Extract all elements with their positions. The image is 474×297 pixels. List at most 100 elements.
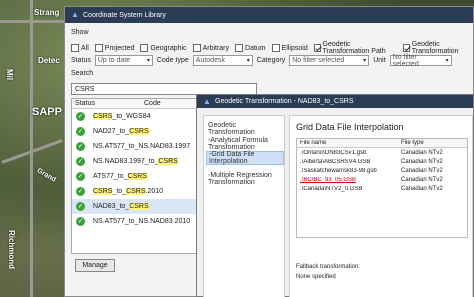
status-filter-dropdown[interactable]: Up to date ▾ (94, 55, 153, 66)
list-item-code: CSRS_to_CSRS.2010 (93, 188, 164, 195)
list-item-code: NS.AT577_to_NS.NAD83.1997 (93, 143, 191, 150)
search-value: CSRS (75, 85, 95, 93)
fallback-label: Fallback transformation: (296, 264, 361, 270)
checkbox-all[interactable]: All (71, 44, 89, 52)
check-circle-icon: ✓ (76, 217, 85, 226)
checkbox-box[interactable] (140, 44, 149, 52)
list-item-code: NS.NAD83.1997_to_CSRS (93, 158, 178, 165)
column-header-file-type[interactable]: File type (397, 140, 424, 146)
category-label: Category (256, 57, 286, 64)
window-title: Coordinate System Library (83, 11, 166, 19)
table-row-highlighted[interactable]: .\BC\BC_93_05.GSB Canadian NTv2 (297, 175, 467, 184)
map-label: Grand (35, 167, 57, 184)
table-row[interactable]: .\Ontario\ON83CSv1.gsb Canadian NTv2 (297, 148, 467, 157)
autodesk-logo-icon: ▲ (203, 96, 211, 106)
category-value: No filter selected (292, 57, 345, 64)
checkbox-box[interactable] (402, 44, 410, 52)
checkbox-datum[interactable]: Datum (235, 44, 266, 52)
check-circle-icon: ✓ (76, 187, 85, 196)
file-type-cell: Canadian NTv2 (401, 176, 443, 183)
geodetic-transformation-dialog: ▲ Geodetic Transformation - NAD83_to_CSR… (196, 94, 474, 297)
checkbox-label: Projected (104, 44, 135, 52)
grid-file-table: File name File type .\Ontario\ON83CSv1.g… (296, 138, 468, 238)
search-match-highlight: CSRS (129, 203, 149, 210)
column-header-file-name[interactable]: File name (297, 140, 397, 146)
show-label: Show (71, 29, 89, 36)
map-label: Richmond (7, 229, 17, 270)
checkbox-label: Geodetic Transformation Path (322, 41, 386, 55)
search-match-highlight: CSRS (93, 113, 113, 120)
checkbox-label: All (81, 44, 89, 52)
table-header: File name File type (297, 139, 467, 148)
table-row[interactable]: .\Alberta\ABCSRSV4.GSB Canadian NTv2 (297, 157, 467, 166)
table-row[interactable]: .\Canada\NTV2_0.GSB Canadian NTv2 (297, 184, 467, 193)
nav-root[interactable]: Geodetic Transformation (208, 122, 284, 136)
check-circle-icon: ✓ (76, 112, 85, 121)
chevron-down-icon: ▾ (445, 58, 449, 64)
check-circle-icon: ✓ (76, 157, 85, 166)
checkbox-ellipsoid[interactable]: Ellipsoid (271, 44, 308, 52)
chevron-down-icon: ▾ (146, 58, 150, 64)
checkbox-box[interactable] (71, 44, 79, 52)
search-match-highlight: CSRS (126, 188, 146, 195)
map-label: Detec (38, 56, 60, 65)
transformation-nav-pane: Geodetic Transformation -Analytical Form… (203, 115, 285, 297)
nav-item-analytical-formula[interactable]: -Analytical Formula Transformation (208, 137, 284, 151)
table-row[interactable]: .\Saskatchewan\sk83-98.gsb Canadian NTv2 (297, 166, 467, 175)
map-label: SAPP (32, 106, 62, 118)
list-item-code: CSRS_to_WGS84 (93, 113, 151, 120)
checkbox-geodetic-transformation-path[interactable]: Geodetic Transformation Path (313, 41, 397, 55)
checkbox-box[interactable] (235, 44, 244, 52)
checkbox-box[interactable] (192, 44, 201, 52)
checkbox-geographic[interactable]: Geographic (140, 44, 187, 52)
grid-data-file-panel: Grid Data File Interpolation File name F… (289, 115, 473, 297)
checkbox-box[interactable] (94, 44, 103, 52)
manage-button[interactable]: Manage (75, 259, 115, 272)
status-filter-label: Status (71, 57, 91, 64)
code-type-dropdown[interactable]: Autodesk ▾ (192, 55, 253, 66)
search-match-highlight: CSRS (127, 173, 147, 180)
column-header-code[interactable]: Code (100, 100, 161, 107)
autodesk-logo-icon: ▲ (71, 10, 79, 19)
file-type-cell: Canadian NTv2 (401, 158, 443, 165)
category-dropdown[interactable]: No filter selected ▾ (289, 55, 370, 66)
list-item-code: ATS77_to_CSRS (93, 173, 147, 180)
window-titlebar: ▲ Coordinate System Library (65, 7, 473, 23)
checkbox-arbitrary[interactable]: Arbitrary (192, 44, 230, 52)
panel-heading: Grid Data File Interpolation (296, 122, 404, 132)
code-type-value: Autodesk (195, 57, 225, 64)
file-name-cell: .\Saskatchewan\sk83-98.gsb (300, 167, 377, 174)
file-type-cell: Canadian NTv2 (401, 149, 443, 156)
unit-dropdown[interactable]: No filter selected ▾ (389, 53, 452, 68)
checkbox-label: Arbitrary (202, 44, 230, 52)
file-name-cell: .\Ontario\ON83CSv1.gsb (300, 149, 367, 156)
file-name-cell: .\BC\BC_93_05.GSB (300, 176, 357, 183)
chevron-down-icon: ▾ (246, 58, 250, 64)
file-type-cell: Canadian NTv2 (401, 167, 443, 174)
checkbox-box[interactable] (313, 44, 321, 52)
file-type-cell: Canadian NTv2 (401, 185, 443, 192)
list-item-code: NS.AT577_to_NS.NAD83.2010 (93, 218, 191, 225)
dialog-titlebar: ▲ Geodetic Transformation - NAD83_to_CSR… (197, 95, 473, 108)
map-label: Strang (34, 8, 60, 17)
search-label: Search (71, 70, 94, 77)
file-name-cell: .\Canada\NTV2_0.GSB (300, 185, 363, 192)
list-item-code: NAD27_to_CSRS (93, 128, 149, 135)
unit-value: No filter selected (392, 53, 419, 68)
chevron-down-icon: ▾ (363, 58, 367, 64)
search-match-highlight: CSRS (158, 158, 178, 165)
checkbox-label: Geographic (150, 44, 187, 52)
nav-item-grid-data-file[interactable]: -Grid Data File Interpolation (206, 151, 284, 165)
column-header-status[interactable]: Status (72, 100, 100, 107)
nav-item-multiple-regression[interactable]: -Multiple Regression Transformation (208, 172, 284, 186)
checkbox-projected[interactable]: Projected (94, 44, 135, 52)
status-filter-value: Up to date (97, 57, 131, 64)
unit-label: Unit (373, 57, 386, 64)
checkbox-box[interactable] (271, 44, 280, 52)
check-circle-icon: ✓ (76, 202, 85, 211)
search-match-highlight: CSRS (129, 128, 149, 135)
fallback-value: None specified (296, 274, 336, 280)
code-type-label: Code type (156, 57, 189, 64)
map-label: Mil (5, 68, 15, 81)
checkbox-label: Ellipsoid (281, 44, 308, 52)
